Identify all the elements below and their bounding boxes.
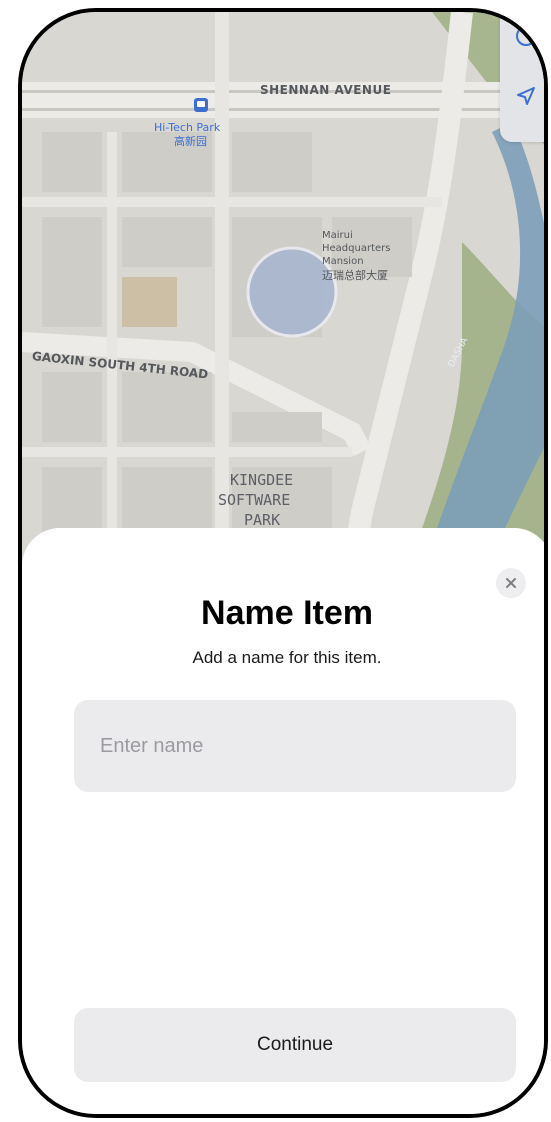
continue-button[interactable]: Continue: [74, 1008, 516, 1082]
map-park-label: KINGDEE: [230, 471, 294, 489]
sheet-title: Name Item: [201, 594, 373, 632]
name-input[interactable]: [74, 700, 516, 792]
map-poi-label-zh: 迈瑞总部大厦: [322, 269, 388, 282]
map-poi-label: Mairui: [322, 230, 353, 241]
map-park-label: SOFTWARE: [218, 491, 291, 509]
name-item-sheet: Name Item Add a name for this item. Cont…: [22, 528, 544, 1118]
sheet-subtitle: Add a name for this item.: [192, 648, 382, 667]
map-street-label: SHENNAN AVENUE: [260, 83, 392, 97]
map-park-label: PARK: [244, 511, 281, 529]
map-metro-label-zh: 高新园: [174, 135, 207, 148]
home-indicator[interactable]: [197, 1116, 377, 1118]
map-poi-label: Headquarters: [322, 243, 391, 254]
location-arrow-icon[interactable]: [506, 76, 544, 116]
map-metro-label: Hi-Tech Park: [154, 121, 221, 134]
close-icon: [506, 578, 516, 588]
clock-icon[interactable]: [506, 16, 544, 56]
phone-frame: SHENNAN AVENUE Hi-Tech Park 高新园 Mairui H…: [18, 8, 548, 1118]
map-controls: [500, 12, 544, 142]
map-poi-label: Mansion: [322, 256, 364, 267]
